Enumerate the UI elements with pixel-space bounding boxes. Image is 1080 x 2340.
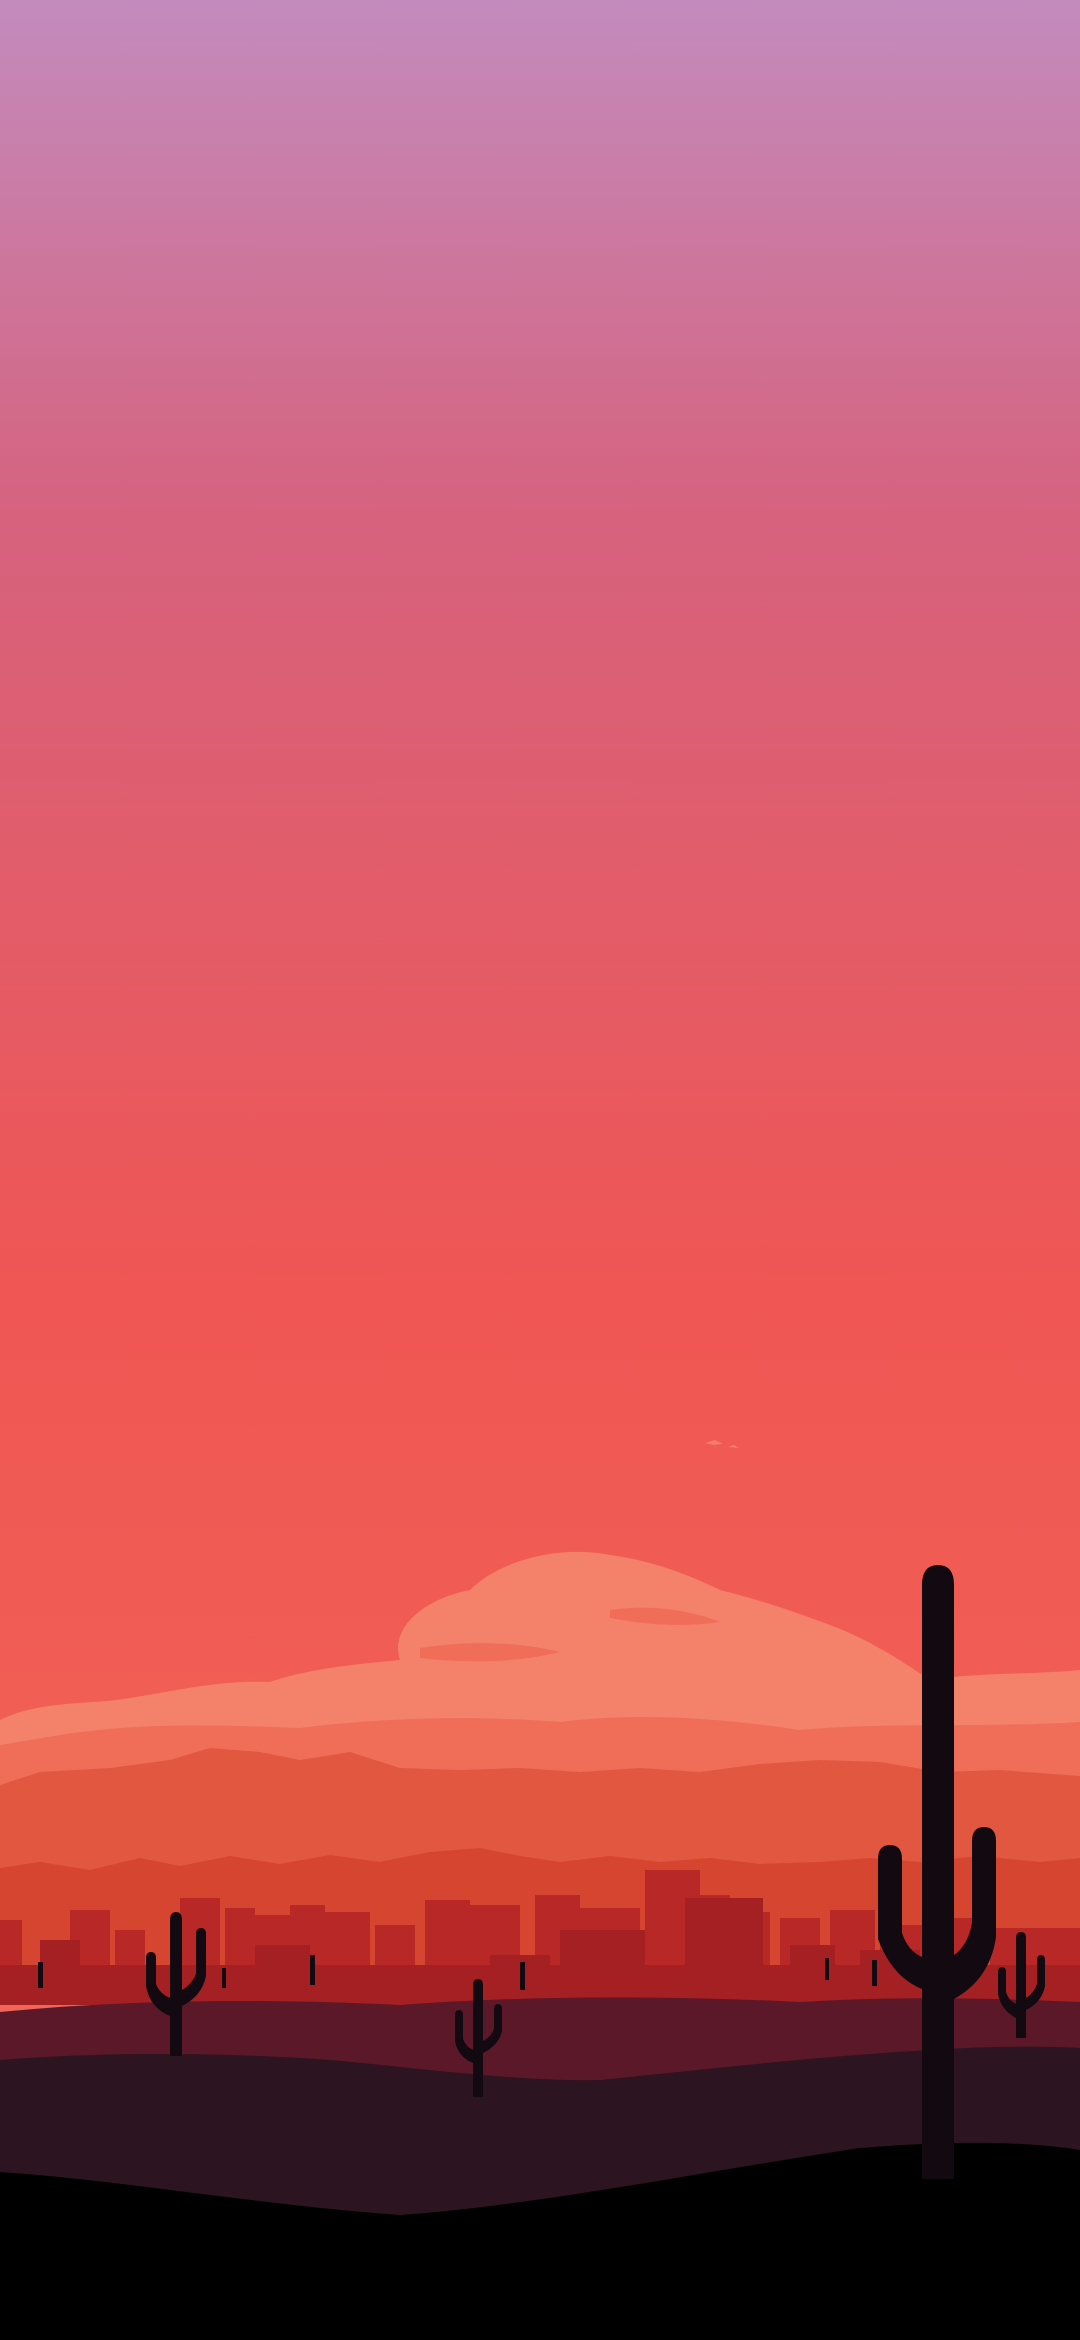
wallpaper-scene [0,0,1080,2340]
wallpaper-illustration [0,0,1080,2340]
